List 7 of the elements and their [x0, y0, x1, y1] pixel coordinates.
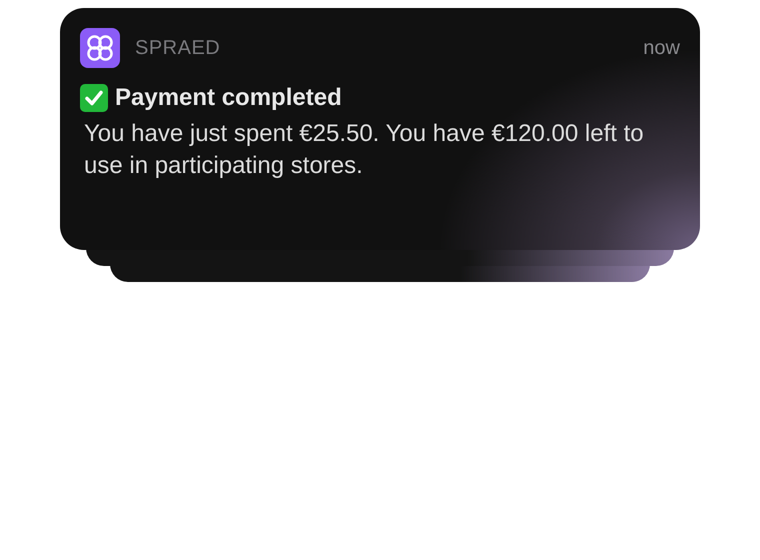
notification-message: You have just spent €25.50. You have €120.00 left to use in participating stores.	[84, 119, 645, 181]
notification-card[interactable]: SPRAED now Payment completed You have just spent €25.50. You have €120.00 left to use in participating stores.	[60, 8, 700, 250]
app-icon	[80, 28, 120, 68]
timestamp: now	[643, 36, 680, 60]
notification-title: Payment completed	[115, 84, 342, 112]
app-name: SPRAED	[135, 36, 222, 60]
check-icon	[80, 84, 108, 112]
